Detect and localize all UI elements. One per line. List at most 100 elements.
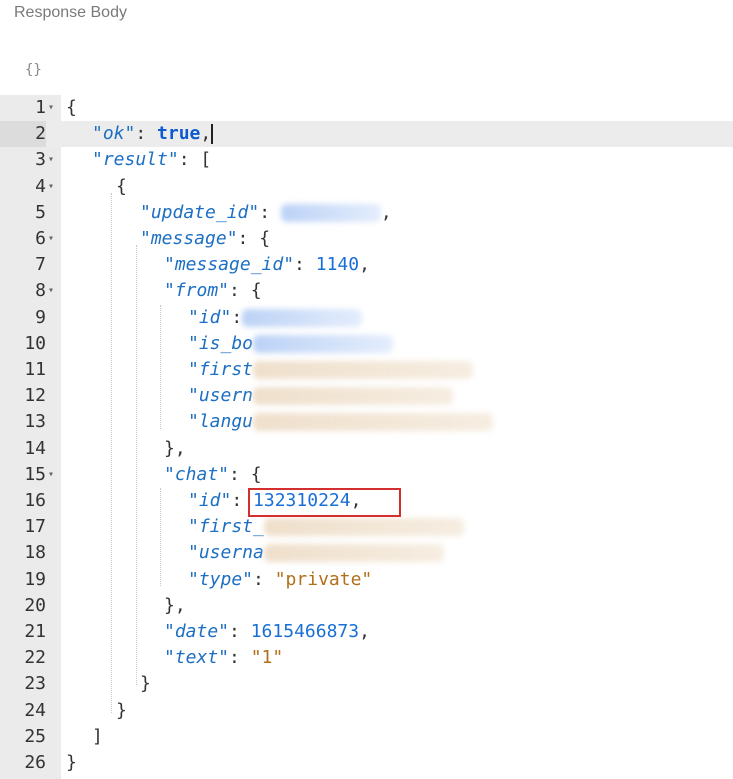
code-line[interactable]: 6 ▾ "message": { bbox=[0, 226, 733, 252]
fold-toggle-icon[interactable]: ▾ bbox=[48, 174, 54, 200]
line-number: 4 bbox=[35, 175, 46, 197]
code-line[interactable]: 13 "langu bbox=[0, 409, 733, 435]
code-line[interactable]: 9 "id": bbox=[0, 305, 733, 331]
token-punc: } bbox=[116, 699, 127, 721]
token-key: "chat" bbox=[164, 463, 230, 485]
token-punc: } bbox=[140, 673, 151, 695]
code-line[interactable]: 1 ▾ { bbox=[0, 95, 733, 121]
code-line[interactable]: 19 "type": "private" bbox=[0, 567, 733, 593]
text-cursor bbox=[211, 124, 213, 145]
json-format-icon[interactable]: {} bbox=[25, 62, 42, 78]
code-content: "chat": { bbox=[164, 462, 262, 488]
redacted-value bbox=[253, 413, 494, 432]
redacted-value bbox=[280, 203, 381, 222]
redacted-value bbox=[263, 518, 464, 537]
line-number: 26 bbox=[24, 752, 46, 773]
token-key: "text" bbox=[164, 647, 230, 669]
token-punc: : bbox=[259, 201, 281, 223]
token-punc: { bbox=[116, 175, 127, 197]
token-key: "type" bbox=[188, 568, 254, 590]
json-editor[interactable]: 1 ▾{2 "ok": true, 3 ▾ "result": [4 ▾{5 "update_… bbox=[0, 95, 733, 779]
fold-toggle-icon[interactable]: ▾ bbox=[48, 95, 54, 121]
code-line[interactable]: 4 ▾ { bbox=[0, 174, 733, 200]
redacted-value bbox=[253, 334, 394, 353]
code-content: "usern bbox=[188, 383, 454, 409]
code-content: "id": bbox=[188, 305, 363, 331]
code-line[interactable]: 25] bbox=[0, 724, 733, 750]
token-punc: , bbox=[359, 621, 370, 642]
code-content: { bbox=[116, 174, 127, 200]
code-content: "is_bo bbox=[188, 331, 394, 357]
line-number: 11 bbox=[24, 359, 46, 380]
fold-toggle-icon[interactable]: ▾ bbox=[48, 226, 54, 252]
token-key: "update_id" bbox=[140, 201, 260, 223]
token-punc: : { bbox=[229, 280, 262, 302]
code-content: "first_ bbox=[188, 514, 464, 540]
code-line[interactable]: 5 "update_id": , bbox=[0, 200, 733, 226]
token-punc: : bbox=[231, 306, 243, 328]
code-content: ] bbox=[92, 724, 103, 750]
code-line[interactable]: 23} bbox=[0, 671, 733, 697]
fold-toggle-icon[interactable]: ▾ bbox=[48, 278, 54, 304]
indent-guide bbox=[160, 305, 161, 429]
code-line[interactable]: 7 "message_id": 1140, bbox=[0, 252, 733, 278]
code-line[interactable]: 15 ▾ "chat": { bbox=[0, 462, 733, 488]
line-number: 7 bbox=[35, 254, 46, 276]
token-str: "1" bbox=[250, 647, 284, 669]
token-key: "is_bo bbox=[188, 332, 254, 354]
redacted-value bbox=[253, 387, 454, 406]
line-number: 8 bbox=[35, 280, 46, 302]
token-punc: : bbox=[229, 621, 251, 642]
indent-guide bbox=[160, 488, 161, 586]
line-number: 9 bbox=[35, 306, 46, 328]
code-content: "langu bbox=[188, 409, 494, 435]
code-line[interactable]: 10 "is_bo bbox=[0, 331, 733, 357]
code-content: { bbox=[66, 95, 77, 121]
code-line[interactable]: 26} bbox=[0, 750, 733, 776]
code-line[interactable]: 12 "usern bbox=[0, 383, 733, 409]
code-content: }, bbox=[164, 593, 186, 619]
code-content: "text": "1" bbox=[164, 645, 283, 671]
code-content: "message": { bbox=[140, 226, 270, 252]
code-line[interactable]: 8 ▾ "from": { bbox=[0, 278, 733, 304]
line-number: 20 bbox=[24, 594, 46, 616]
line-number: 17 bbox=[24, 516, 46, 538]
code-line[interactable]: 3 ▾ "result": [ bbox=[0, 147, 733, 173]
token-key: "message" bbox=[140, 228, 238, 249]
token-num: 1615466873 bbox=[250, 621, 360, 642]
token-str: "private" bbox=[274, 568, 373, 590]
code-line[interactable]: 24} bbox=[0, 698, 733, 724]
code-content: "type": "private" bbox=[188, 567, 372, 593]
line-number: 22 bbox=[24, 647, 46, 669]
code-content: "userna bbox=[188, 540, 444, 566]
token-punc: }, bbox=[164, 594, 186, 616]
token-key: "first bbox=[188, 359, 254, 380]
code-line[interactable]: 11 "first bbox=[0, 357, 733, 383]
code-line[interactable]: 22 "text": "1" bbox=[0, 645, 733, 671]
code-content: } bbox=[116, 698, 127, 724]
line-number: 23 bbox=[24, 673, 46, 695]
token-key: "from" bbox=[164, 280, 230, 302]
code-content: } bbox=[140, 671, 151, 697]
line-number: 18 bbox=[24, 542, 46, 564]
line-number: 24 bbox=[24, 699, 46, 721]
token-punc: , bbox=[200, 123, 212, 145]
code-line[interactable]: 17 "first_ bbox=[0, 514, 733, 540]
token-punc: : bbox=[229, 647, 251, 669]
highlight-annotation-box bbox=[248, 488, 401, 517]
code-line[interactable]: 20}, bbox=[0, 593, 733, 619]
token-key: "userna bbox=[188, 542, 264, 564]
code-line[interactable]: 18 "userna bbox=[0, 540, 733, 566]
response-body-title: Response Body bbox=[14, 4, 127, 21]
code-line[interactable]: 14}, bbox=[0, 436, 733, 462]
code-line[interactable]: 2 "ok": true, bbox=[0, 121, 733, 148]
token-key: "usern bbox=[188, 385, 254, 407]
line-number: 2 bbox=[0, 121, 46, 148]
line-number: 25 bbox=[24, 725, 46, 747]
fold-toggle-icon[interactable]: ▾ bbox=[48, 462, 54, 488]
line-number: 12 bbox=[24, 385, 46, 407]
code-line[interactable]: 21 "date": 1615466873, bbox=[0, 619, 733, 645]
fold-toggle-icon[interactable]: ▾ bbox=[48, 147, 54, 173]
code-content: "result": [ bbox=[92, 147, 211, 173]
indent-guide bbox=[136, 245, 137, 685]
